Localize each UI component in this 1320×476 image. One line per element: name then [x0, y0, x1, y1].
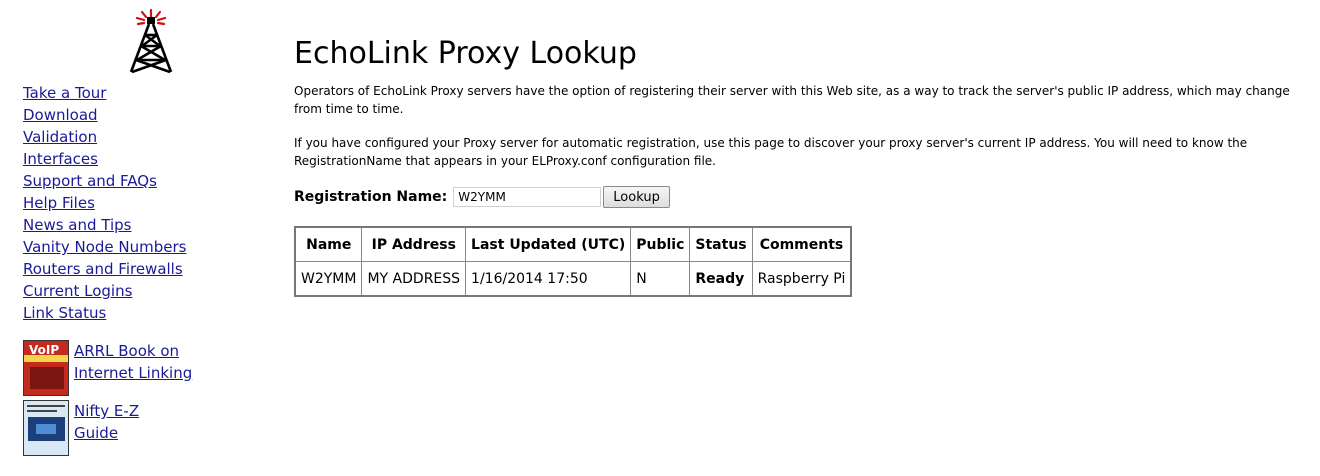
- nav-news-tips[interactable]: News and Tips: [23, 216, 132, 234]
- nav-take-a-tour[interactable]: Take a Tour: [23, 84, 106, 102]
- cell-ip-address: MY ADDRESS: [361, 261, 467, 297]
- nav-vanity-node-numbers[interactable]: Vanity Node Numbers: [23, 238, 186, 256]
- col-header-ip-address: IP Address: [361, 226, 467, 262]
- cell-comments: Raspberry Pi: [751, 261, 852, 297]
- table-row: W2YMM MY ADDRESS 1/16/2014 17:50 N Ready…: [294, 261, 852, 297]
- nifty-guide-link-line2[interactable]: Guide: [74, 422, 139, 444]
- results-table: Name IP Address Last Updated (UTC) Publi…: [294, 226, 853, 297]
- nav-link-status[interactable]: Link Status: [23, 304, 106, 322]
- nav-support-faqs[interactable]: Support and FAQs: [23, 172, 157, 190]
- nav-download[interactable]: Download: [23, 106, 98, 124]
- cell-last-updated: 1/16/2014 17:50: [465, 261, 632, 297]
- col-header-name: Name: [294, 226, 363, 262]
- arrl-book-link-line1[interactable]: ARRL Book on: [74, 340, 192, 362]
- lookup-button[interactable]: Lookup: [603, 186, 670, 208]
- arrl-book-promo: VoIP ARRL Book on Internet Linking: [23, 340, 193, 398]
- arrl-book-cover-image[interactable]: VoIP: [23, 340, 69, 396]
- col-header-status: Status: [689, 226, 753, 262]
- col-header-public: Public: [630, 226, 691, 262]
- nifty-guide-promo: Nifty E-Z Guide: [23, 400, 193, 458]
- nav-current-logins[interactable]: Current Logins: [23, 282, 132, 300]
- nifty-guide-cover-image[interactable]: [23, 400, 69, 456]
- echolink-tower-logo: [129, 8, 173, 74]
- table-header-row: Name IP Address Last Updated (UTC) Publi…: [294, 226, 852, 262]
- nifty-guide-link-line1[interactable]: Nifty E-Z: [74, 400, 139, 422]
- nav-help-files[interactable]: Help Files: [23, 194, 95, 212]
- sidebar-nav: Take a Tour Download Validation Interfac…: [23, 83, 186, 325]
- registration-name-label: Registration Name:: [294, 189, 448, 205]
- cell-public: N: [630, 261, 691, 297]
- cell-name: W2YMM: [294, 261, 363, 297]
- intro-paragraph: Operators of EchoLink Proxy servers have…: [294, 84, 1290, 116]
- col-header-last-updated: Last Updated (UTC): [465, 226, 632, 262]
- page-title: EchoLink Proxy Lookup: [294, 36, 637, 71]
- nav-routers-firewalls[interactable]: Routers and Firewalls: [23, 260, 183, 278]
- lookup-form: Registration Name: Lookup: [294, 186, 670, 208]
- arrl-book-link-line2[interactable]: Internet Linking: [74, 362, 192, 384]
- cell-status: Ready: [689, 261, 753, 297]
- nav-validation[interactable]: Validation: [23, 128, 97, 146]
- col-header-comments: Comments: [751, 226, 852, 262]
- registration-name-input[interactable]: [453, 187, 602, 207]
- instructions-paragraph: If you have configured your Proxy server…: [294, 136, 1248, 168]
- nav-interfaces[interactable]: Interfaces: [23, 150, 98, 168]
